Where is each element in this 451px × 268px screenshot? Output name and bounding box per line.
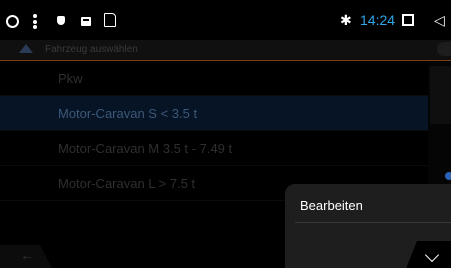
kebab-menu-icon[interactable] [33, 14, 37, 29]
recent-apps-icon[interactable] [402, 14, 414, 26]
card-icon [81, 17, 91, 26]
bluetooth-icon: ✱ [340, 12, 352, 28]
status-bar: ✱ 14:24 ◁ [0, 0, 451, 40]
left-arrow-icon: ← [20, 247, 34, 263]
back-triangle-icon[interactable]: ◁ [434, 12, 445, 29]
back-button[interactable]: ← [0, 245, 60, 268]
list-item-label: Motor-Caravan L > 7.5 t [58, 176, 196, 191]
popup-divider [295, 222, 451, 223]
screen-title: Fahrzeug auswählen [45, 44, 138, 55]
edit-popup: Bearbeiten [285, 184, 451, 268]
list-item-label: Pkw [58, 71, 83, 86]
screen: ✱ 14:24 ◁ Fahrzeug auswählen Pkw Motor-C… [0, 0, 451, 268]
list-item-label: Motor-Caravan S < 3.5 t [58, 106, 198, 121]
vehicle-list: Pkw Motor-Caravan S < 3.5 t Motor-Carava… [0, 61, 428, 201]
shield-icon [57, 16, 65, 25]
list-item-label: Motor-Caravan M 3.5 t - 7.49 t [58, 141, 233, 156]
list-item-caravan-s[interactable]: Motor-Caravan S < 3.5 t [0, 96, 428, 131]
clock-time: 14:24 [360, 12, 396, 28]
header-pill [437, 42, 451, 56]
up-arrow-icon[interactable] [19, 44, 33, 53]
edit-button[interactable]: Bearbeiten [300, 198, 363, 213]
screen-header: Fahrzeug auswählen [0, 40, 451, 60]
scrollbar-thumb[interactable] [430, 66, 451, 124]
list-item-pkw[interactable]: Pkw [0, 61, 428, 96]
sd-card-icon [104, 13, 116, 27]
edge-indicator-dot [445, 172, 451, 180]
circle-icon[interactable] [6, 15, 19, 28]
list-item-caravan-m[interactable]: Motor-Caravan M 3.5 t - 7.49 t [0, 131, 428, 166]
